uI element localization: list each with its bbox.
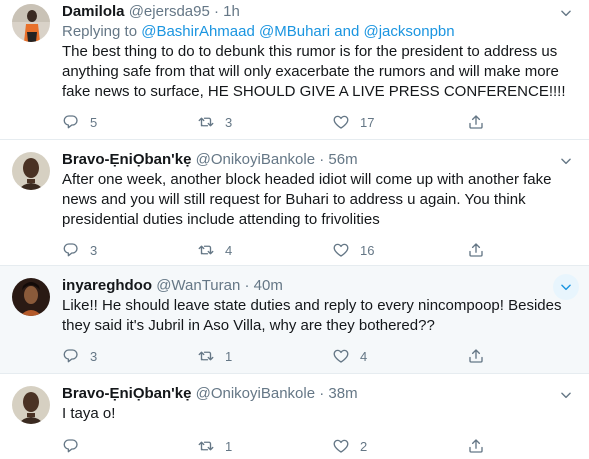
tweet-text-line: anything safe from that will only exacer… [62, 63, 559, 80]
avatar[interactable] [12, 386, 50, 424]
timestamp[interactable]: 1h [223, 3, 240, 20]
reply-button[interactable]: 5 [62, 112, 97, 132]
separator: · [213, 3, 219, 20]
like-count: 4 [360, 348, 368, 364]
reply-button[interactable] [62, 436, 90, 456]
tweet-text-line: After one week, another block headed idi… [62, 171, 552, 188]
share-button[interactable] [467, 240, 495, 260]
tweet-text-line: presidential duties include attending to… [62, 211, 380, 228]
separator: · [244, 277, 250, 294]
replying-to-label: Replying to [62, 23, 138, 40]
reply-count: 3 [90, 242, 98, 258]
tweet-header: Bravo-ẸniỌban'kẹ @OnikoyiBankole · 38m [62, 384, 577, 404]
tweet-actions: 3 1 4 [62, 346, 532, 366]
share-button[interactable] [467, 112, 495, 132]
separator: · [319, 151, 325, 168]
tweet-text-line: I taya o! [62, 405, 116, 422]
tweet-header: inyareghdoo @WanTuran · 40m [62, 276, 577, 296]
handle[interactable]: @WanTuran [156, 277, 240, 294]
reply-button[interactable]: 3 [62, 240, 97, 260]
replying-to: Replying to @BashirAhmaad @MBuhari and @… [62, 22, 577, 42]
retweet-button[interactable]: 3 [197, 112, 232, 132]
handle[interactable]: @OnikoyiBankole [196, 151, 315, 168]
separator: · [319, 385, 325, 402]
reply-icon [62, 347, 80, 365]
reply-icon [62, 113, 80, 131]
tweet-header: Damilola @ejersda95 · 1h [62, 2, 577, 22]
retweet-button[interactable]: 1 [197, 346, 232, 366]
like-button[interactable]: 2 [332, 436, 367, 456]
like-icon [332, 347, 350, 365]
display-name[interactable]: Bravo-ẸniỌban'kẹ [62, 385, 191, 402]
retweet-icon [197, 113, 215, 131]
tweet-inyareghdoo[interactable]: inyareghdoo @WanTuran · 40m Like!! He sh… [0, 266, 589, 374]
tweet-actions: 5 3 17 [62, 112, 532, 132]
tweet-actions: 1 2 [62, 436, 532, 456]
like-count: 2 [360, 438, 368, 454]
display-name[interactable]: inyareghdoo [62, 277, 152, 294]
retweet-icon [197, 437, 215, 455]
timestamp[interactable]: 56m [328, 151, 357, 168]
retweet-button[interactable]: 4 [197, 240, 232, 260]
like-icon [332, 113, 350, 131]
like-button[interactable]: 16 [332, 240, 374, 260]
share-icon [467, 241, 485, 259]
display-name[interactable]: Damilola [62, 3, 125, 20]
retweet-icon [197, 347, 215, 365]
like-icon [332, 437, 350, 455]
avatar[interactable] [12, 152, 50, 190]
mention-link[interactable]: @jacksonpbn [363, 23, 454, 40]
retweet-button[interactable]: 1 [197, 436, 232, 456]
share-icon [467, 113, 485, 131]
reply-icon [62, 437, 80, 455]
tweet-text: After one week, another block headed idi… [62, 170, 577, 230]
retweet-count: 3 [225, 114, 233, 130]
tweet-text-line: they said it's Jubril in Aso Villa, why … [62, 317, 435, 334]
mention-link[interactable]: @MBuhari [259, 23, 330, 40]
tweet-text-line: fake news to surface, HE SHOULD GIVE A L… [62, 83, 566, 100]
tweet-text: The best thing to do to debunk this rumo… [62, 42, 577, 102]
retweet-count: 4 [225, 242, 233, 258]
tweet-text: Like!! He should leave state duties and … [62, 296, 577, 336]
tweet-text-line: news and you will still request for Buha… [62, 191, 526, 208]
mention-and: and [334, 23, 360, 40]
tweet-text-line: Like!! He should leave state duties and … [62, 297, 562, 314]
like-button[interactable]: 17 [332, 112, 374, 132]
avatar[interactable] [12, 278, 50, 316]
reply-count: 3 [90, 348, 98, 364]
tweet-actions: 3 4 16 [62, 240, 532, 260]
handle[interactable]: @OnikoyiBankole [196, 385, 315, 402]
tweet-header: Bravo-ẸniỌban'kẹ @OnikoyiBankole · 56m [62, 150, 577, 170]
tweet-text-line: The best thing to do to debunk this rumo… [62, 43, 558, 60]
avatar[interactable] [12, 4, 50, 42]
share-icon [467, 347, 485, 365]
reply-icon [62, 241, 80, 259]
share-button[interactable] [467, 346, 495, 366]
mention-link[interactable]: @BashirAhmaad [141, 23, 255, 40]
like-icon [332, 241, 350, 259]
tweet-bravo-1[interactable]: Bravo-ẸniỌban'kẹ @OnikoyiBankole · 56m A… [0, 140, 589, 266]
retweet-count: 1 [225, 348, 233, 364]
retweet-icon [197, 241, 215, 259]
share-icon [467, 437, 485, 455]
retweet-count: 1 [225, 438, 233, 454]
timestamp[interactable]: 40m [254, 277, 283, 294]
display-name[interactable]: Bravo-ẸniỌban'kẹ [62, 151, 191, 168]
tweet-text: I taya o! [62, 404, 577, 424]
tweet-damilola[interactable]: Damilola @ejersda95 · 1h Replying to @Ba… [0, 0, 589, 140]
reply-count: 5 [90, 114, 98, 130]
timestamp[interactable]: 38m [328, 385, 357, 402]
like-count: 17 [360, 114, 375, 130]
handle[interactable]: @ejersda95 [129, 3, 210, 20]
like-button[interactable]: 4 [332, 346, 367, 366]
like-count: 16 [360, 242, 375, 258]
tweet-bravo-2[interactable]: Bravo-ẸniỌban'kẹ @OnikoyiBankole · 38m I… [0, 374, 589, 459]
reply-button[interactable]: 3 [62, 346, 97, 366]
share-button[interactable] [467, 436, 495, 456]
